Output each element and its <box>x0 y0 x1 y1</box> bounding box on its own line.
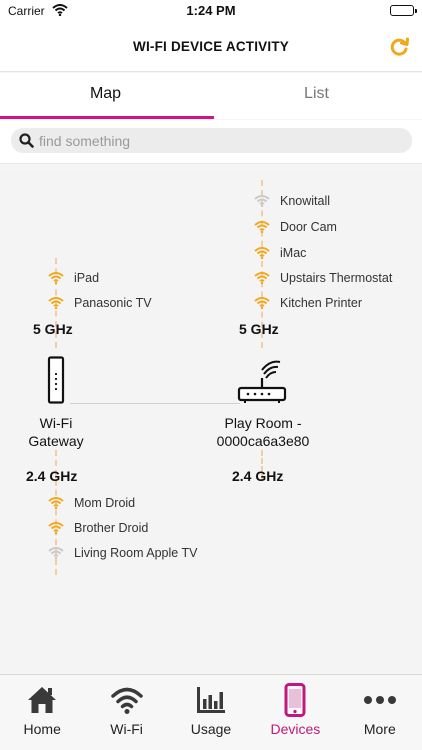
gateway-band-5ghz: 5 GHz <box>33 321 73 337</box>
wifi-signal-weak-icon <box>254 195 270 207</box>
home-icon <box>25 683 59 717</box>
segment-tabs: Map List <box>0 73 422 119</box>
device-name: iPad <box>74 271 100 285</box>
device-panasonic-tv[interactable]: Panasonic TV <box>48 294 152 312</box>
device-mom-droid[interactable]: Mom Droid <box>48 494 135 512</box>
device-name: Mom Droid <box>74 496 136 510</box>
wifi-signal-icon <box>254 272 270 284</box>
wifi-signal-icon <box>48 272 64 284</box>
device-map: Knowitall Door Cam iMac Upstairs Thermos… <box>0 172 422 674</box>
tabbar-devices[interactable]: Devices <box>253 675 337 750</box>
search-input[interactable] <box>39 130 399 151</box>
device-living-room-apple-tv[interactable]: Living Room Apple TV <box>48 544 197 562</box>
device-name: iMac <box>280 246 307 260</box>
extender-band-5ghz: 5 GHz <box>239 321 279 337</box>
extender-band-24ghz: 2.4 GHz <box>232 468 284 484</box>
gateway-label-line1: Wi-Fi <box>39 415 73 431</box>
device-knowitall[interactable]: Knowitall <box>254 192 330 210</box>
page-title: WI-FI DEVICE ACTIVITY <box>133 39 289 54</box>
tabbar-label: More <box>363 721 396 737</box>
gateway-band-24ghz: 2.4 GHz <box>26 468 78 484</box>
bar-chart-icon <box>194 683 228 717</box>
search-bar <box>0 120 422 164</box>
gateway-label: Wi-Fi Gateway <box>6 414 106 450</box>
backhaul-link <box>70 403 240 404</box>
wifi-icon <box>110 683 144 717</box>
wifi-signal-icon <box>48 297 64 309</box>
device-brother-droid[interactable]: Brother Droid <box>48 519 148 537</box>
status-time: 1:24 PM <box>186 3 236 18</box>
gateway-icon[interactable] <box>46 356 66 404</box>
device-name: Living Room Apple TV <box>74 546 198 560</box>
phone-icon <box>278 683 312 717</box>
tabbar-label: Home <box>23 721 61 737</box>
more-icon <box>363 683 397 717</box>
device-door-cam[interactable]: Door Cam <box>254 218 337 236</box>
device-name: Panasonic TV <box>74 296 152 310</box>
wifi-signal-icon <box>48 522 64 534</box>
wifi-signal-icon <box>254 221 270 233</box>
device-name: Brother Droid <box>74 521 149 535</box>
search-box[interactable] <box>11 128 412 153</box>
wifi-signal-icon <box>254 247 270 259</box>
wifi-signal-icon <box>254 297 270 309</box>
tabbar-usage[interactable]: Usage <box>169 675 253 750</box>
tabbar-label: Devices <box>270 721 321 737</box>
wifi-signal-weak-icon <box>48 547 64 559</box>
device-name: Upstairs Thermostat <box>280 271 393 285</box>
active-tab-indicator <box>0 116 214 119</box>
bottom-tab-bar: Home Wi-Fi Usage Devices More <box>0 674 422 750</box>
tabbar-more[interactable]: More <box>338 675 422 750</box>
device-name: Knowitall <box>280 194 331 208</box>
extender-label-line1: Play Room - <box>224 415 302 431</box>
extender-label: Play Room - 0000ca6a3e80 <box>196 414 330 450</box>
device-imac[interactable]: iMac <box>254 244 306 262</box>
extender-label-line2: 0000ca6a3e80 <box>216 433 310 449</box>
tab-map[interactable]: Map <box>0 73 211 119</box>
device-upstairs-thermostat[interactable]: Upstairs Thermostat <box>254 269 392 287</box>
device-name: Door Cam <box>280 220 337 234</box>
search-icon <box>19 133 34 153</box>
device-name: Kitchen Printer <box>280 296 362 310</box>
tab-list[interactable]: List <box>211 73 422 119</box>
nav-header: WI-FI DEVICE ACTIVITY <box>0 22 422 72</box>
tabbar-wifi[interactable]: Wi-Fi <box>84 675 168 750</box>
battery-icon <box>390 5 417 16</box>
tabbar-label: Wi-Fi <box>110 721 143 737</box>
router-icon[interactable] <box>236 356 288 404</box>
gateway-label-line2: Gateway <box>28 433 84 449</box>
device-ipad[interactable]: iPad <box>48 269 99 287</box>
wifi-signal-icon <box>48 497 64 509</box>
device-kitchen-printer[interactable]: Kitchen Printer <box>254 294 362 312</box>
tabbar-home[interactable]: Home <box>0 675 84 750</box>
refresh-icon[interactable] <box>388 36 410 58</box>
tabbar-label: Usage <box>190 721 232 737</box>
status-bar: Carrier 1:24 PM <box>0 0 422 22</box>
